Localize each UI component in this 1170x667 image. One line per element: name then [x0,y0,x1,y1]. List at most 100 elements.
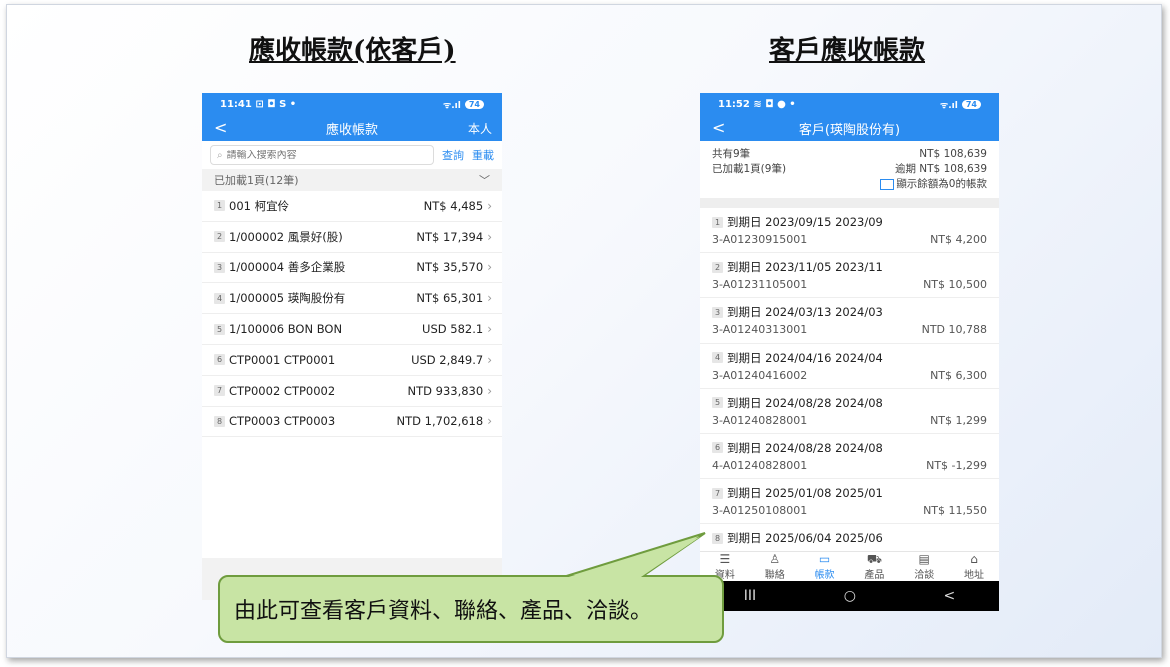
system-back-button[interactable]: < [943,588,955,604]
tab-4[interactable]: ▤ 洽談 [914,551,934,581]
chevron-down-icon: ﹀ [479,174,490,187]
status-icons: ⊡ ◘ S • [255,98,297,110]
row-index: 7 [214,385,225,397]
row-index: 5 [214,323,225,335]
due-date: 到期日 2024/08/28 2024/08 [727,440,883,455]
tab-1[interactable]: ♙ 聯絡 [764,552,785,581]
invoice-due-line: 3 到期日 2024/03/13 2024/03 [712,304,987,320]
row-right: NTD 933,830 › [407,384,492,398]
invoice-number: 3-A01231105001 [712,278,808,292]
invoice-row[interactable]: 2 到期日 2023/11/05 2023/11 3-A01231105001 NT$… [700,253,999,299]
tab-5[interactable]: ⌂ 地址 [964,551,985,581]
recent-apps-button[interactable]: III [744,588,756,604]
row-index: 5 [712,397,723,409]
customer-row[interactable]: 5 1/100006 BON BON USD 582.1 › [202,314,502,345]
callout-text: 由此可查看客戶資料、聯絡、產品、洽談。 [234,599,653,624]
right-title: 客戶應收帳款 [769,36,926,66]
invoice-number: 4-A01240828001 [712,458,808,472]
row-index: 6 [214,354,225,366]
tab-label: 產品 [864,569,885,581]
status-time: 11:52 [718,98,750,110]
customer-row[interactable]: 3 1/000004 善多企業股 NT$ 35,570 › [202,253,502,284]
row-left: 1 001 柯宜伶 [214,198,289,214]
status-bar: 11:52 ≋ ◘ ● • ᯤ.ıl 74 [700,93,999,115]
invoice-due-line: 6 到期日 2024/08/28 2024/08 [712,440,987,456]
invoice-detail-line: 3-A01240313001 NTD 10,788 [712,323,987,336]
invoice-row[interactable]: 5 到期日 2024/08/28 2024/08 3-A01240828001 NT$… [700,389,999,434]
loaded-info[interactable]: 已加載1頁(12筆) ﹀ [202,169,502,191]
customer-amount: NT$ 65,301 [416,291,484,306]
home-button[interactable]: ○ [844,588,856,604]
tab-label: 聯絡 [764,569,785,581]
back-icon[interactable]: < [712,118,725,137]
invoice-amount: NT$ 10,500 [923,278,987,292]
customer-name: 1/100006 BON BON [229,322,343,337]
invoice-row[interactable]: 3 到期日 2024/03/13 2024/03 3-A01240313001 NTD… [700,298,999,344]
customer-row[interactable]: 1 001 柯宜伶 NT$ 4,485 › [202,191,502,222]
row-index: 3 [214,261,225,273]
due-date: 到期日 2024/04/16 2024/04 [727,350,883,365]
row-right: NT$ 35,570 › [416,260,492,274]
customer-name: 1/000004 善多企業股 [229,260,346,275]
row-index: 4 [712,352,723,364]
invoice-row[interactable]: 6 到期日 2024/08/28 2024/08 4-A01240828001 NT$… [700,434,999,480]
invoice-due-line: 7 到期日 2025/01/08 2025/01 [712,485,987,501]
total-count: 共有9筆 [712,148,751,160]
status-icons: ≋ ◘ ● • [753,98,796,110]
chevron-right-icon: › [487,383,492,398]
status-bar: 11:41 ⊡ ◘ S • ᯤ.ıl 74 [202,93,502,115]
invoice-amount: NT$ 4,200 [930,233,987,246]
overdue-amount: 逾期 NT$ 108,639 [894,163,987,175]
customer-amount: NTD 933,830 [407,383,484,398]
map-icon: ⌂ [970,551,978,566]
invoice-detail-line: 3-A01240828001 NT$ 1,299 [712,414,987,427]
customer-row[interactable]: 2 1/000002 風景好(股) NT$ 17,394 › [202,222,502,253]
invoice-number: 3-A01240313001 [712,323,808,337]
zero-balance-toggle[interactable]: 顯示餘額為0的帳款 [712,177,987,192]
row-left: 3 1/000004 善多企業股 [214,259,345,275]
page-title: 應收帳款 [325,122,378,138]
row-left: 2 1/000002 風景好(股) [214,229,343,245]
divider [700,198,999,208]
invoice-row[interactable]: 4 到期日 2024/04/16 2024/04 3-A01240416002 NT$… [700,344,999,389]
checkbox[interactable] [880,178,895,190]
tab-label: 帳款 [814,569,835,581]
page-title: 客戶(瑛陶股份有) [798,122,901,138]
chevron-right-icon: › [487,291,492,306]
customer-row[interactable]: 8 CTP0003 CTP0003 NTD 1,702,618 › [202,407,502,438]
row-left: 6 CTP0001 CTP0001 [214,353,335,367]
invoice-list: 1 到期日 2023/09/15 2023/09 3-A01230915001 NT$… [700,208,999,570]
search-box[interactable]: ⌕ [210,145,434,165]
back-icon[interactable]: < [214,118,227,137]
invoice-number: 3-A01240416002 [712,368,808,382]
customer-row[interactable]: 6 CTP0001 CTP0001 USD 2,849.7 › [202,345,502,376]
wallet-icon: ▭ [818,551,831,566]
chevron-right-icon: › [487,322,492,337]
tab-3[interactable]: ⛟ 產品 [864,551,885,581]
invoice-row[interactable]: 1 到期日 2023/09/15 2023/09 3-A01230915001 NT$… [700,208,999,254]
customer-row[interactable]: 4 1/000005 瑛陶股份有 NT$ 65,301 › [202,283,502,315]
invoice-row[interactable]: 7 到期日 2025/01/08 2025/01 3-A01250108001 NT$… [700,479,999,525]
right-phone-screen: 11:52 ≋ ◘ ● • ᯤ.ıl 74 < 客戶(瑛陶股份有) 共有9筆 NT$… [700,93,999,611]
query-button[interactable]: 查詢 [442,147,464,163]
row-right: NT$ 4,485 › [424,199,492,213]
chevron-right-icon: › [487,198,492,213]
search-input[interactable] [226,149,427,161]
chevron-right-icon: › [487,229,492,244]
cart-icon: ⛟ [866,551,882,566]
customer-name: CTP0002 CTP0002 [229,383,336,398]
row-right: NTD 1,702,618 › [397,414,492,428]
invoice-detail-line: 3-A01250108001 NT$ 11,550 [712,504,987,517]
reset-button[interactable]: 重載 [472,147,494,163]
row-index: 3 [712,306,723,318]
invoice-amount: NT$ 11,550 [923,504,987,518]
tab-label: 地址 [964,569,985,581]
customer-row[interactable]: 7 CTP0002 CTP0002 NTD 933,830 › [202,376,502,407]
row-index: 8 [712,532,723,544]
owner-filter-button[interactable]: 本人 [468,120,492,137]
customer-list: 1 001 柯宜伶 NT$ 4,485 › 2 1/000002 風景好(股) NT$ 17… [202,191,502,438]
total-amount: NT$ 108,639 [919,148,987,160]
chat-icon: ▤ [918,551,930,566]
tab-2[interactable]: ▭ 帳款 [814,551,835,581]
invoice-due-line: 1 到期日 2023/09/15 2023/09 [712,214,987,230]
